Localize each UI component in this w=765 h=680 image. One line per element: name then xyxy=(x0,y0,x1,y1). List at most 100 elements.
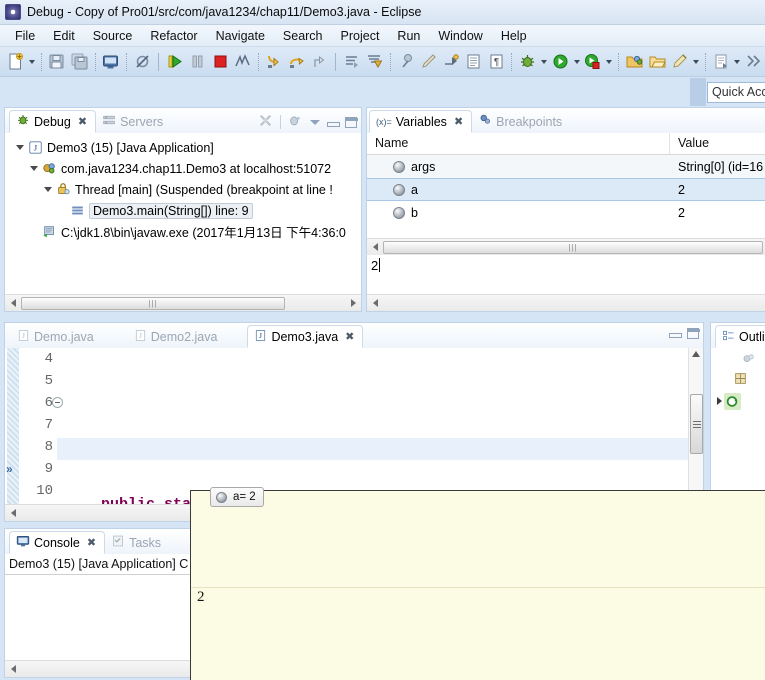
tab-outline[interactable]: Outlin xyxy=(715,325,765,348)
tab-demo3-java[interactable]: J Demo3.java ✖ xyxy=(247,325,364,348)
sort-icon[interactable] xyxy=(742,352,756,369)
pencil-icon[interactable] xyxy=(419,51,439,73)
watch-icon[interactable] xyxy=(441,51,461,73)
table-row[interactable]: a 2 xyxy=(367,178,765,201)
code-text[interactable]: public static void main(String[] args) {… xyxy=(57,348,703,513)
tab-demo-java[interactable]: J Demo.java xyxy=(11,325,102,348)
class-icon[interactable] xyxy=(724,392,741,410)
variable-value[interactable]: 2 xyxy=(670,183,765,197)
menu-item-search[interactable]: Search xyxy=(274,27,332,45)
maximize-icon[interactable] xyxy=(345,116,358,128)
scroll-left-icon[interactable] xyxy=(5,662,21,677)
skip-breakpoints-icon[interactable] xyxy=(396,51,416,73)
vscroll-thumb[interactable] xyxy=(690,394,703,454)
close-icon[interactable]: ✖ xyxy=(87,536,96,549)
close-icon[interactable]: ✖ xyxy=(454,115,463,128)
tree-item[interactable]: Demo3.main(String[]) line: 9 xyxy=(5,200,361,221)
close-icon[interactable]: ✖ xyxy=(345,330,354,343)
twisty-expanded-icon[interactable] xyxy=(27,166,41,171)
variables-hscrollbar[interactable]: ||| xyxy=(367,238,765,255)
menu-item-window[interactable]: Window xyxy=(429,27,491,45)
external-tools-dropdown-icon[interactable] xyxy=(732,51,742,73)
twisty-expanded-icon[interactable] xyxy=(13,145,27,150)
tab-demo2-java[interactable]: J Demo2.java xyxy=(128,325,226,348)
tab-servers[interactable]: Servers xyxy=(96,110,171,133)
print-icon[interactable] xyxy=(101,51,121,73)
scroll-up-icon[interactable] xyxy=(692,351,700,357)
marker-bar[interactable]: » xyxy=(5,348,21,513)
tree-item[interactable]: C:\jdk1.8\bin\javaw.exe (2017年1月13日 下午4:… xyxy=(5,221,361,242)
menu-item-edit[interactable]: Edit xyxy=(44,27,84,45)
menu-item-file[interactable]: File xyxy=(6,27,44,45)
code-editor[interactable]: » 4 5 6 7 8 9 10 public static void main… xyxy=(5,348,703,513)
variable-value[interactable]: String[0] (id=16 xyxy=(670,160,765,174)
run-icon[interactable] xyxy=(550,51,570,73)
disconnect-all-icon[interactable] xyxy=(258,113,273,131)
hscroll-thumb[interactable]: ||| xyxy=(383,240,763,254)
new-java-project-icon[interactable] xyxy=(624,51,644,73)
tab-debug[interactable]: Debug ✖ xyxy=(9,110,97,133)
save-icon[interactable] xyxy=(47,51,67,73)
tab-breakpoints[interactable]: Breakpoints xyxy=(472,110,570,133)
use-step-filters-icon[interactable] xyxy=(365,51,385,73)
tree-item[interactable]: Thread [main] (Suspended (breakpoint at … xyxy=(5,179,361,200)
debug-dropdown-icon[interactable] xyxy=(539,51,549,73)
scroll-left-icon[interactable] xyxy=(367,296,383,311)
external-tools-icon[interactable] xyxy=(711,51,731,73)
scroll-left-icon[interactable] xyxy=(5,506,21,521)
new-class-icon[interactable] xyxy=(669,51,689,73)
paragraph-icon[interactable]: ¶ xyxy=(486,51,506,73)
close-icon[interactable]: ✖ xyxy=(78,115,87,128)
drop-to-frame-icon[interactable] xyxy=(342,51,362,73)
menu-item-refactor[interactable]: Refactor xyxy=(141,27,206,45)
editor-vscrollbar[interactable] xyxy=(688,348,703,513)
twisty-expanded-icon[interactable] xyxy=(41,187,55,192)
open-type-icon[interactable] xyxy=(464,51,484,73)
tree-item[interactable]: J Demo3 (15) [Java Application] xyxy=(5,137,361,158)
run-dropdown-icon[interactable] xyxy=(571,51,581,73)
debug-icon[interactable] xyxy=(517,51,537,73)
step-into-icon[interactable] xyxy=(264,51,284,73)
new-class-dropdown-icon[interactable] xyxy=(691,51,701,73)
quick-access-input[interactable]: Quick Acc xyxy=(707,82,765,103)
chevron-down-icon[interactable] xyxy=(310,119,320,125)
tab-tasks[interactable]: Tasks xyxy=(105,531,169,554)
package-icon[interactable] xyxy=(733,371,748,389)
new-file-icon[interactable] xyxy=(5,51,25,73)
hscroll-thumb[interactable]: ||| xyxy=(21,296,285,310)
debug-view-hscrollbar[interactable]: ||| xyxy=(5,294,361,311)
tab-console[interactable]: Console ✖ xyxy=(9,531,106,554)
scroll-right-icon[interactable] xyxy=(345,296,361,311)
open-folder-icon[interactable] xyxy=(647,51,667,73)
step-return-icon[interactable] xyxy=(309,51,329,73)
terminate-icon[interactable] xyxy=(210,51,230,73)
minimize-icon[interactable] xyxy=(669,329,682,338)
scroll-left-icon[interactable] xyxy=(5,296,21,311)
suspend-icon[interactable] xyxy=(188,51,208,73)
tree-item[interactable]: com.java1234.chap11.Demo3 at localhost:5… xyxy=(5,158,361,179)
column-header-value[interactable]: Value xyxy=(670,133,765,154)
coverage-dropdown-icon[interactable] xyxy=(604,51,614,73)
new-file-dropdown-icon[interactable] xyxy=(26,51,36,73)
tab-variables[interactable]: (x)= Variables ✖ xyxy=(369,110,473,133)
coverage-icon[interactable] xyxy=(583,51,603,73)
twisty-collapsed-icon[interactable] xyxy=(717,397,722,405)
column-header-name[interactable]: Name xyxy=(367,133,670,154)
detail-pane-hscrollbar[interactable] xyxy=(367,294,765,311)
toggle-breakpoint-icon[interactable] xyxy=(132,51,152,73)
table-row[interactable]: b 2 xyxy=(367,201,765,224)
view-menu-icon[interactable] xyxy=(288,113,303,131)
expression-popup-panel[interactable]: 2 xyxy=(190,490,765,680)
menu-item-help[interactable]: Help xyxy=(492,27,536,45)
resume-icon[interactable] xyxy=(165,51,185,73)
variable-detail-pane[interactable]: 2 xyxy=(367,256,765,296)
disconnect-icon[interactable] xyxy=(233,51,253,73)
maximize-icon[interactable] xyxy=(687,328,700,339)
variable-value[interactable]: 2 xyxy=(670,206,765,220)
minimize-icon[interactable] xyxy=(327,118,340,127)
menu-item-navigate[interactable]: Navigate xyxy=(207,27,274,45)
menu-item-run[interactable]: Run xyxy=(388,27,429,45)
menu-item-project[interactable]: Project xyxy=(332,27,389,45)
menu-item-source[interactable]: Source xyxy=(84,27,142,45)
table-row[interactable]: args String[0] (id=16 xyxy=(367,155,765,178)
